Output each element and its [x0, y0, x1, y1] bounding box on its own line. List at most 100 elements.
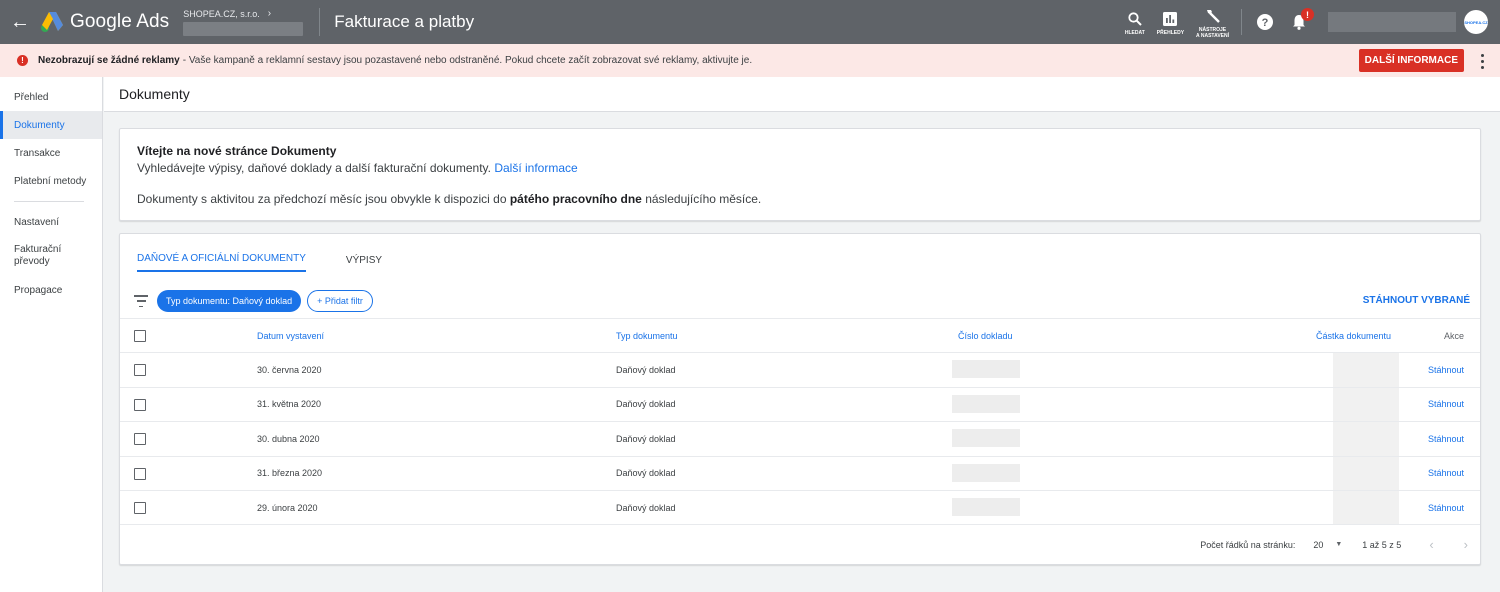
cell-date: 31. května 2020 [257, 399, 322, 410]
availability-bold: pátého pracovního dne [509, 192, 642, 206]
account-id-redacted [183, 22, 304, 36]
sidebar-item-label: převody [14, 256, 50, 267]
search-icon [1128, 9, 1142, 29]
download-link[interactable]: Stáhnout [1428, 434, 1464, 444]
cell-number-redacted [952, 463, 1020, 482]
column-header-amount[interactable]: Částka dokumentu [1316, 331, 1391, 341]
sidebar-item-overview[interactable]: Přehled [0, 83, 102, 111]
cell-amount-redacted [1333, 490, 1399, 525]
reports-label: PŘEHLEDY [1156, 29, 1185, 36]
sidebar-item-billing-transfers[interactable]: Fakturační převody [0, 236, 102, 276]
chevron-left-icon[interactable]: ‹ [1429, 537, 1433, 552]
row-checkbox[interactable] [134, 501, 146, 514]
cell-type: Daňový doklad [616, 433, 676, 444]
sidebar-item-promotions[interactable]: Propagace [0, 276, 102, 304]
chevron-right-icon: › [267, 8, 272, 19]
cell-number-redacted [952, 394, 1020, 413]
table-row: 30. dubna 2020 Daňový doklad Stáhnout [120, 421, 1480, 457]
top-toolbar: HLEDAT PŘEHLEDY NÁSTROJE A NASTAVENÍ ? ! [1119, 0, 1500, 44]
alert-title: Nezobrazují se žádné reklamy [38, 55, 180, 66]
cell-date: 29. února 2020 [257, 502, 318, 513]
notifications-button[interactable]: ! [1282, 0, 1316, 44]
download-link[interactable]: Stáhnout [1428, 365, 1464, 375]
top-bar: ← Google Ads SHOPEA.CZ, s.r.o. › Faktura… [0, 0, 1500, 44]
account-selector[interactable]: SHOPEA.CZ, s.r.o. › [183, 0, 304, 44]
cell-date: 30. dubna 2020 [257, 433, 320, 444]
filter-chip-document-type[interactable]: Typ dokumentu: Daňový doklad [157, 290, 302, 312]
tools-settings-button[interactable]: NÁSTROJE A NASTAVENÍ [1190, 0, 1235, 44]
filter-bar: Typ dokumentu: Daňový doklad + Přidat fi… [120, 289, 1480, 313]
table-row: 29. února 2020 Daňový doklad Stáhnout [120, 489, 1480, 525]
rows-per-page-label: Počet řádků na stránku: [1200, 539, 1296, 550]
sidebar-item-transactions[interactable]: Transakce [0, 139, 102, 167]
google-ads-logo[interactable]: Google Ads [40, 0, 169, 44]
column-header-type[interactable]: Typ dokumentu [616, 331, 678, 341]
table-row: 31. března 2020 Daňový doklad Stáhnout [120, 455, 1480, 491]
section-title: Dokumenty [104, 77, 1500, 112]
help-button[interactable]: ? [1248, 0, 1282, 44]
divider [319, 8, 321, 36]
download-link[interactable]: Stáhnout [1428, 503, 1464, 513]
cell-type: Daňový doklad [616, 399, 676, 410]
tools-label-line2: A NASTAVENÍ [1196, 32, 1229, 39]
cell-type: Daňový doklad [616, 468, 676, 479]
rows-per-page-select[interactable]: 20 [1313, 540, 1323, 550]
table-header-row: Datum vystavení Typ dokumentu Číslo dokl… [120, 318, 1480, 352]
column-header-number[interactable]: Číslo dokladu [958, 331, 1013, 341]
welcome-text: Vyhledávejte výpisy, daňové doklady a da… [137, 161, 491, 175]
chevron-right-icon[interactable]: › [1464, 537, 1468, 552]
sidebar-item-label: Fakturační [14, 244, 62, 255]
column-header-action: Akce [1443, 330, 1464, 341]
table-row: 30. června 2020 Daňový doklad Stáhnout [120, 352, 1480, 388]
svg-text:?: ? [1262, 17, 1269, 29]
page-title: Fakturace a platby [334, 12, 475, 31]
alert-banner: ! Nezobrazují se žádné reklamy - Vaše ka… [0, 44, 1500, 77]
sidebar-item-settings[interactable]: Nastavení [0, 208, 102, 236]
download-link[interactable]: Stáhnout [1428, 399, 1464, 409]
download-selected-button[interactable]: STÁHNOUT VYBRANÉ [1363, 295, 1470, 306]
cell-number-redacted [952, 360, 1020, 379]
sidebar-item-documents[interactable]: Dokumenty [0, 111, 102, 139]
reports-icon [1163, 9, 1178, 29]
account-name: SHOPEA.CZ, s.r.o. [183, 8, 260, 19]
cell-type: Daňový doklad [616, 365, 676, 376]
avatar[interactable]: SHOPEA.CZ [1464, 10, 1488, 34]
row-checkbox[interactable] [134, 467, 146, 480]
row-checkbox[interactable] [134, 433, 146, 446]
welcome-title: Vítejte na nové stránce Dokumenty [137, 144, 337, 158]
product-name: Google Ads [70, 11, 170, 32]
cell-amount-redacted [1333, 456, 1399, 491]
learn-more-link[interactable]: Další informace [494, 161, 577, 175]
filter-icon[interactable] [133, 295, 149, 307]
help-icon: ? [1257, 14, 1273, 30]
tab-tax-documents[interactable]: DAŇOVÉ A OFICIÁLNÍ DOKUMENTY [137, 253, 306, 272]
back-arrow-icon[interactable]: ← [0, 0, 40, 44]
cell-number-redacted [952, 497, 1020, 516]
user-email-redacted [1328, 12, 1456, 32]
more-info-button[interactable]: DALŠÍ INFORMACE [1358, 49, 1464, 72]
documents-table: Datum vystavení Typ dokumentu Číslo dokl… [120, 318, 1480, 525]
column-header-date[interactable]: Datum vystavení [257, 331, 324, 341]
sidebar-item-payment-methods[interactable]: Platební metody [0, 167, 102, 195]
reports-button[interactable]: PŘEHLEDY [1151, 0, 1190, 44]
availability-text: Dokumenty s aktivitou za předchozí měsíc… [137, 192, 507, 206]
wrench-icon [1205, 6, 1221, 26]
dropdown-caret-icon[interactable]: ▼ [1335, 541, 1342, 548]
page-range: 1 až 5 z 5 [1362, 539, 1402, 550]
pagination: Počet řádků na stránku: 20 ▼ 1 až 5 z 5 … [120, 524, 1480, 564]
tab-statements[interactable]: VÝPISY [346, 255, 382, 272]
cell-number-redacted [952, 429, 1020, 448]
documents-card: DAŇOVÉ A OFICIÁLNÍ DOKUMENTY VÝPISY Typ … [119, 233, 1481, 565]
download-link[interactable]: Stáhnout [1428, 468, 1464, 478]
row-checkbox[interactable] [134, 398, 146, 411]
more-vert-icon[interactable] [1476, 52, 1488, 70]
table-row: 31. května 2020 Daňový doklad Stáhnout [120, 386, 1480, 422]
divider [14, 201, 84, 202]
search-button[interactable]: HLEDAT [1119, 0, 1151, 44]
cell-date: 30. června 2020 [257, 365, 322, 376]
add-filter-button[interactable]: + Přidat filtr [307, 290, 373, 312]
row-checkbox[interactable] [134, 364, 146, 377]
select-all-checkbox[interactable] [134, 330, 146, 342]
welcome-card: Vítejte na nové stránce Dokumenty Vyhled… [119, 128, 1481, 221]
sidebar: Přehled Dokumenty Transakce Platební met… [0, 77, 103, 592]
